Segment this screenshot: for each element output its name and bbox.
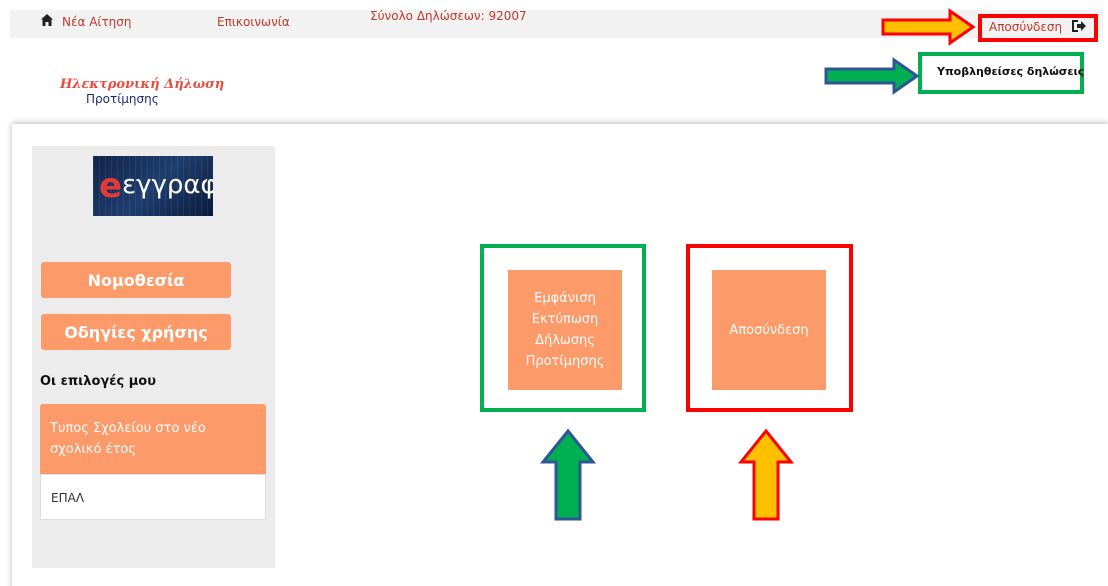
eggrafes-logo: eεγγραφές bbox=[93, 156, 213, 216]
annotation-arrow-up-icon bbox=[738, 428, 794, 521]
nav-contact-link[interactable]: Επικοινωνία bbox=[217, 15, 290, 29]
view-print-declaration-label: Εμφάνιση Εκτύπωση Δήλωσης Προτίμησης bbox=[525, 291, 605, 369]
logout-button-label: Αποσύνδεση bbox=[729, 322, 809, 338]
logo-line-2: Προτίμησης bbox=[86, 92, 159, 106]
annotation-arrow-right-icon bbox=[824, 57, 920, 95]
school-type-choice-header: Τυπος Σχολείου στο νέο σχολικό έτος bbox=[40, 404, 266, 474]
school-type-choice-value: ΕΠΑΛ bbox=[40, 474, 266, 520]
logo-line-1: Ηλεκτρονική Δήλωση bbox=[60, 77, 225, 92]
total-submissions-count: Σύνολο Δηλώσεων: 92007 bbox=[370, 9, 527, 23]
annotation-arrow-up-icon bbox=[540, 428, 596, 521]
my-choices-heading: Οι επιλογές μου bbox=[40, 374, 156, 389]
logout-button[interactable]: Αποσύνδεση bbox=[712, 270, 826, 390]
home-icon[interactable] bbox=[40, 13, 54, 27]
site-logo[interactable]: Ηλεκτρονική Δήλωση Προτίμησης bbox=[60, 77, 225, 107]
submitted-declarations-link[interactable]: Υποβληθείσες δηλώσεις bbox=[937, 65, 1084, 78]
annotation-red-box-top bbox=[978, 14, 1098, 42]
nav-new-application-link[interactable]: Νέα Αίτηση bbox=[62, 15, 132, 29]
annotation-arrow-right-icon bbox=[881, 8, 976, 46]
user-guide-button[interactable]: Οδηγίες χρήσης bbox=[41, 314, 231, 350]
legislation-button[interactable]: Νομοθεσία bbox=[41, 262, 231, 298]
view-print-declaration-button[interactable]: Εμφάνιση Εκτύπωση Δήλωσης Προτίμησης bbox=[508, 270, 622, 390]
page: Νέα Αίτηση Επικοινωνία Σύνολο Δηλώσεων: … bbox=[0, 0, 1108, 586]
eggrafes-logo-text: eεγγραφές bbox=[99, 166, 213, 206]
